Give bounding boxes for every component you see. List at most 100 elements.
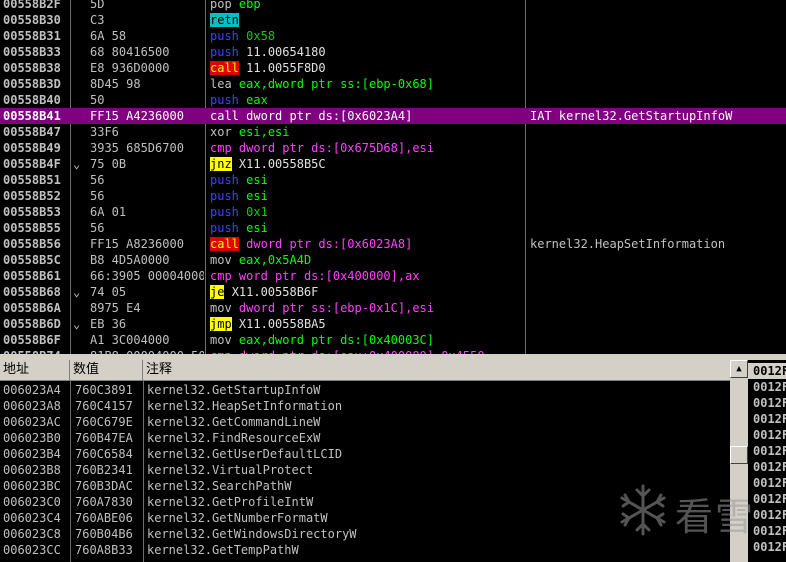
jump-arrow-icon: ⌄ (73, 317, 81, 331)
dump-value: 760C6584 (75, 447, 133, 461)
column-header-value[interactable]: 数值 (70, 360, 143, 380)
disasm-row[interactable]: 00558B68 ⌄ 74 05 je X11.00558B6F (0, 284, 786, 300)
instruction-address: 00558B2F (3, 0, 61, 11)
instruction-disassembly: call 11.0055F8D0 (210, 60, 524, 76)
dump-row[interactable]: 006023B4 760C6584 kernel32.GetUserDefaultL… (0, 446, 730, 462)
disasm-row[interactable]: 00558B49 3935 685D6700 cmp dword ptr ds:[0… (0, 140, 786, 156)
instruction-disassembly: mov dword ptr ss:[ebp-0x1C],esi (210, 300, 524, 316)
disassembly-pane[interactable]: 00558B2F 5D pop ebp 00558B30 C3 retn 00558B31 6… (0, 0, 786, 354)
disasm-row[interactable]: 00558B5C B8 4D5A0000 mov eax,0x5A4D (0, 252, 786, 268)
instruction-address: 00558B3D (3, 77, 61, 91)
instruction-operands: word ptr ds:[0x400000],ax (238, 269, 420, 283)
instruction-address: 00558B47 (3, 125, 61, 139)
stack-row-selected[interactable]: 0012F (748, 363, 786, 379)
instruction-address: 00558B40 (3, 93, 61, 107)
dump-row[interactable]: 006023AC 760C679E kernel32.GetCommandLineW (0, 414, 730, 430)
dump-comment: kernel32.HeapSetInformation (147, 399, 343, 413)
disasm-row[interactable]: 00558B53 6A 01 push 0x1 (0, 204, 786, 220)
disasm-row[interactable]: 00558B6A 8975 E4 mov dword ptr ss:[ebp-0x1… (0, 300, 786, 316)
dump-comment: kernel32.GetUserDefaultLCID (147, 447, 343, 461)
dump-row[interactable]: 006023CC 760A8B33 kernel32.GetTempPathW (0, 542, 730, 558)
stack-address[interactable]: 0012F (753, 507, 786, 523)
stack-address[interactable]: 0012F (753, 395, 786, 411)
instruction-mnemonic: push (210, 205, 239, 219)
dump-comment: kernel32.GetTempPathW (147, 543, 299, 557)
instruction-disassembly: xor esi,esi (210, 124, 524, 140)
disasm-row[interactable]: 00558B40 50 push eax (0, 92, 786, 108)
scroll-up-icon[interactable]: ▲ (730, 360, 748, 378)
dump-row[interactable]: 006023C0 760A7830 kernel32.GetProfileIntW (0, 494, 730, 510)
instruction-operands: X11.00558B6F (231, 285, 319, 299)
dump-pane[interactable]: 地址 数值 注释 006023A4 760C3891 kernel32.GetSta… (0, 360, 748, 562)
instruction-disassembly: call dword ptr ds:[0x6023A4] (210, 108, 524, 124)
instruction-operands: dword ptr ds:[0x6023A4] (246, 109, 413, 123)
disasm-row[interactable]: 00558B55 56 push esi (0, 220, 786, 236)
disasm-row[interactable]: 00558B3D 8D45 98 lea eax,dword ptr ss:[ebp… (0, 76, 786, 92)
instruction-mnemonic: call (210, 109, 239, 123)
instruction-operands: eax,dword ptr ss:[ebp-0x68] (238, 77, 434, 91)
instruction-bytes: 33F6 (90, 125, 119, 139)
instruction-bytes: 5D (90, 0, 105, 11)
stack-address[interactable]: 0012F (753, 427, 786, 443)
dump-row[interactable]: 006023A8 760C4157 kernel32.HeapSetInformat… (0, 398, 730, 414)
stack-pane[interactable]: 0012F 0012F 0012F 0012F 0012F 0012F 0012F 0012F… (748, 360, 786, 562)
instruction-address: 00558B33 (3, 45, 61, 59)
dump-row[interactable]: 006023B8 760B2341 kernel32.VirtualProtect (0, 462, 730, 478)
dump-address: 006023B8 (3, 463, 61, 477)
instruction-operands: 11.0055F8D0 (246, 61, 326, 75)
instruction-mnemonic: cmp (210, 141, 232, 155)
column-header-address[interactable]: 地址 (0, 360, 70, 380)
instruction-bytes: FF15 A4236000 (90, 109, 184, 123)
dump-comment: kernel32.GetNumberFormatW (147, 511, 328, 525)
scroll-thumb[interactable] (730, 446, 748, 464)
stack-address[interactable]: 0012F (753, 411, 786, 427)
stack-address[interactable]: 0012F (753, 491, 786, 507)
dump-comment: kernel32.GetProfileIntW (147, 495, 314, 509)
dump-address: 006023C4 (3, 511, 61, 525)
instruction-mnemonic: jmp (210, 317, 232, 331)
instruction-address: 00558B6A (3, 301, 61, 315)
column-header-comment[interactable]: 注释 (143, 360, 730, 380)
instruction-address: 00558B6D (3, 317, 61, 331)
disasm-row[interactable]: 00558B31 6A 58 push 0x58 (0, 28, 786, 44)
dump-value: 760C4157 (75, 399, 133, 413)
instruction-address: 00558B52 (3, 189, 61, 203)
dump-comment: kernel32.SearchPathW (147, 479, 292, 493)
disasm-row[interactable]: 00558B2F 5D pop ebp (0, 0, 786, 12)
stack-address[interactable]: 0012F (753, 475, 786, 491)
instruction-address: 00558B41 (3, 109, 61, 123)
disasm-row[interactable]: 00558B38 E8 936D0000 call 11.0055F8D0 (0, 60, 786, 76)
instruction-mnemonic: push (210, 29, 239, 43)
stack-address[interactable]: 0012F (753, 539, 786, 555)
instruction-bytes: 56 (90, 173, 105, 187)
stack-address[interactable]: 0012F (753, 459, 786, 475)
dump-row[interactable]: 006023BC 760B3DAC kernel32.SearchPathW (0, 478, 730, 494)
disasm-row[interactable]: 00558B30 C3 retn (0, 12, 786, 28)
disasm-row[interactable]: 00558B4F ⌄ 75 0B jnz X11.00558B5C (0, 156, 786, 172)
dump-comment: kernel32.VirtualProtect (147, 463, 314, 477)
stack-address[interactable]: 0012F (753, 379, 786, 395)
dump-vertical-scrollbar[interactable]: ▲ (730, 360, 748, 562)
disasm-row[interactable]: 00558B6D ⌄ EB 36 jmp X11.00558BA5 (0, 316, 786, 332)
dump-row[interactable]: 006023B0 760B47EA kernel32.FindResourceExW (0, 430, 730, 446)
dump-row[interactable]: 006023C8 760B04B6 kernel32.GetWindowsDirec… (0, 526, 730, 542)
disasm-row[interactable]: 00558B56 FF15 A8236000 call dword ptr ds:[… (0, 236, 786, 252)
dump-row[interactable]: 006023A4 760C3891 kernel32.GetStartupInfoW (0, 382, 730, 398)
disasm-row[interactable]: 00558B6F A1 3C004000 mov eax,dword ptr ds:… (0, 332, 786, 348)
instruction-bytes: 6A 58 (90, 29, 127, 43)
disasm-row[interactable]: 00558B33 68 80416500 push 11.00654180 (0, 44, 786, 60)
disasm-row[interactable]: 00558B61 66:3905 00004000 cmp word ptr ds:… (0, 268, 786, 284)
instruction-disassembly: push 0x1 (210, 204, 524, 220)
disasm-row[interactable]: 00558B41 FF15 A4236000 call dword ptr ds:[… (0, 108, 786, 124)
stack-address[interactable]: 0012F (753, 523, 786, 539)
instruction-disassembly: cmp word ptr ds:[0x400000],ax (210, 268, 524, 284)
instruction-disassembly: lea eax,dword ptr ss:[ebp-0x68] (210, 76, 524, 92)
stack-address[interactable]: 0012F (753, 443, 786, 459)
disasm-row[interactable]: 00558B51 56 push esi (0, 172, 786, 188)
instruction-bytes: 56 (90, 221, 105, 235)
disasm-row[interactable]: 00558B47 33F6 xor esi,esi (0, 124, 786, 140)
dump-row[interactable]: 006023C4 760ABE06 kernel32.GetNumberFormat… (0, 510, 730, 526)
instruction-comment: IAT kernel32.GetStartupInfoW (530, 109, 733, 123)
disasm-row[interactable]: 00558B52 56 push esi (0, 188, 786, 204)
dump-value: 760B47EA (75, 431, 133, 445)
